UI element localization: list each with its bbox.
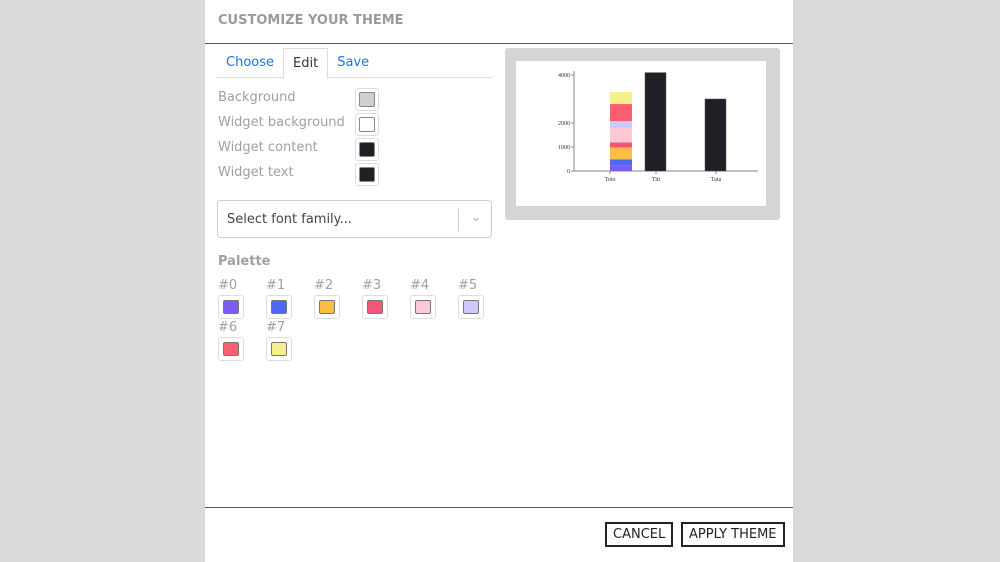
bar-segment-toto <box>610 121 632 129</box>
palette-item: #4 <box>410 278 450 319</box>
dialog-title: CUSTOMIZE YOUR THEME <box>218 13 404 28</box>
divider <box>205 507 793 508</box>
palette-swatch-button[interactable] <box>266 295 292 319</box>
palette-item: #2 <box>314 278 354 319</box>
tab-choose[interactable]: Choose <box>217 48 283 77</box>
preview-chart: 0 1000 2000 4000 Toto Titi Tata <box>558 71 758 183</box>
palette-swatch-button[interactable] <box>266 337 292 361</box>
x-tick-label: Titi <box>652 177 661 183</box>
palette-swatch-button[interactable] <box>218 337 244 361</box>
palette-swatch-button[interactable] <box>362 295 388 319</box>
palette-item: #7 <box>266 320 306 361</box>
palette-swatch-button[interactable] <box>314 295 340 319</box>
color-field-label: Widget background <box>218 115 345 130</box>
y-tick-label: 2000 <box>558 121 570 127</box>
tab-bar: Choose Edit Save <box>217 48 492 79</box>
color-field-label: Background <box>218 90 296 105</box>
palette-index: #3 <box>362 278 382 293</box>
color-swatch-button[interactable] <box>355 88 379 111</box>
theme-preview: 0 1000 2000 4000 Toto Titi Tata <box>505 48 780 220</box>
palette-index: #7 <box>266 320 286 335</box>
x-tick-label: Tata <box>711 177 722 183</box>
select-separator <box>458 209 459 231</box>
color-field-label: Widget content <box>218 140 318 155</box>
palette-item: #6 <box>218 320 258 361</box>
tab-edit[interactable]: Edit <box>283 48 329 79</box>
palette-index: #5 <box>458 278 478 293</box>
bar-segment-toto <box>610 165 632 171</box>
palette-swatch <box>367 300 383 314</box>
palette-index: #2 <box>314 278 334 293</box>
font-family-placeholder: Select font family... <box>227 212 352 227</box>
x-tick-label: Toto <box>605 177 616 183</box>
color-swatch-button[interactable] <box>355 163 379 186</box>
y-tick-label: 4000 <box>558 73 570 79</box>
bar-segment-toto <box>610 142 632 148</box>
color-field-label: Widget text <box>218 165 294 180</box>
color-swatch <box>359 92 375 107</box>
palette-label: Palette <box>218 254 271 269</box>
palette-swatch-button[interactable] <box>458 295 484 319</box>
cancel-button[interactable]: CANCEL <box>605 522 674 547</box>
palette-swatch-button[interactable] <box>410 295 436 319</box>
palette-swatch <box>415 300 431 314</box>
palette-swatch <box>223 342 239 356</box>
palette-swatch <box>271 300 287 314</box>
divider <box>205 43 793 44</box>
bar-segment-toto <box>610 92 632 105</box>
color-swatch <box>359 142 375 157</box>
bar-tata <box>704 98 727 172</box>
palette-swatch <box>271 342 287 356</box>
bar-segment-toto <box>610 104 632 122</box>
palette-item: #5 <box>458 278 498 319</box>
bar-segment-toto <box>610 147 632 160</box>
palette-index: #4 <box>410 278 430 293</box>
font-family-select[interactable]: Select font family... ⌄ <box>217 200 492 238</box>
bar-segment-toto <box>610 159 632 166</box>
bar-segment-toto <box>610 128 632 143</box>
color-swatch <box>359 167 375 182</box>
palette-index: #0 <box>218 278 238 293</box>
palette-swatch <box>319 300 335 314</box>
palette-swatch <box>223 300 239 314</box>
palette-index: #1 <box>266 278 286 293</box>
palette-index: #6 <box>218 320 238 335</box>
y-tick-label: 0 <box>567 169 570 175</box>
theme-dialog: CUSTOMIZE YOUR THEME Choose Edit Save Ba… <box>205 0 793 562</box>
y-tick-label: 1000 <box>558 145 570 151</box>
palette-item: #1 <box>266 278 306 319</box>
color-swatch-button[interactable] <box>355 113 379 136</box>
tab-save[interactable]: Save <box>328 48 378 77</box>
palette-item: #0 <box>218 278 258 319</box>
palette-swatch <box>463 300 479 314</box>
chevron-down-icon: ⌄ <box>470 210 481 224</box>
bar-titi <box>644 72 667 172</box>
color-swatch-button[interactable] <box>355 138 379 161</box>
palette-item: #3 <box>362 278 402 319</box>
apply-theme-button[interactable]: APPLY THEME <box>681 522 785 547</box>
color-swatch <box>359 117 375 132</box>
palette-swatch-button[interactable] <box>218 295 244 319</box>
